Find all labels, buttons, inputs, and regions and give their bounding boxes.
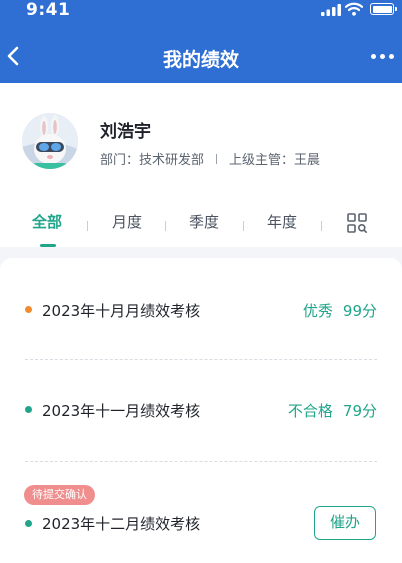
record-row[interactable]: 2023年十月月绩效考核 优秀 99分 bbox=[0, 286, 402, 336]
department-text: 部门：技术研发部 bbox=[100, 153, 205, 168]
row-divider bbox=[25, 359, 377, 360]
status-dot bbox=[25, 306, 32, 313]
tab-divider bbox=[243, 221, 244, 231]
page-title: 我的绩效 bbox=[162, 49, 239, 71]
tab-monthly[interactable]: 月度 bbox=[112, 211, 142, 232]
status-dot bbox=[25, 520, 32, 527]
top-bar: 9:41 我的绩效 bbox=[0, 0, 402, 83]
tab-divider bbox=[87, 221, 88, 231]
record-grade: 不合格 bbox=[287, 402, 333, 420]
bunny-avatar-icon bbox=[22, 113, 78, 169]
record-row[interactable]: 2023年十一月绩效考核 不合格 79分 bbox=[0, 386, 402, 436]
user-name: 刘浩宇 bbox=[100, 122, 151, 142]
battery-icon bbox=[370, 3, 397, 15]
record-title: 2023年十月月绩效考核 bbox=[42, 302, 201, 320]
record-grade: 优秀 bbox=[302, 302, 333, 320]
status-time: 9:41 bbox=[26, 0, 71, 20]
records-card: 2023年十月月绩效考核 优秀 99分 2023年十一月绩效考核 不合格 79分 待… bbox=[0, 258, 402, 563]
tab-divider bbox=[321, 221, 322, 231]
tab-quarterly[interactable]: 季度 bbox=[189, 211, 219, 232]
record-score: 99分 bbox=[342, 302, 377, 320]
record-title: 2023年十二月绩效考核 bbox=[42, 515, 201, 533]
period-tabs: 全部 月度 季度 年度 bbox=[0, 211, 402, 247]
record-result: 不合格 79分 bbox=[288, 400, 377, 421]
supervisor-text: 上级主管：王晨 bbox=[229, 153, 321, 168]
record-title: 2023年十一月绩效考核 bbox=[42, 402, 201, 420]
user-meta: 部门：技术研发部 上级主管：王晨 bbox=[100, 149, 320, 168]
tab-all[interactable]: 全部 bbox=[32, 211, 62, 232]
wifi-icon bbox=[345, 2, 363, 16]
status-dot bbox=[25, 406, 32, 413]
row-divider bbox=[25, 461, 377, 462]
qr-scan-icon[interactable] bbox=[347, 213, 367, 233]
signal-icon bbox=[321, 4, 341, 16]
tab-yearly[interactable]: 年度 bbox=[267, 211, 297, 232]
urge-button[interactable]: 催办 bbox=[314, 506, 376, 540]
record-score: 79分 bbox=[342, 402, 377, 420]
record-result: 优秀 99分 bbox=[303, 300, 377, 321]
more-dots-icon[interactable] bbox=[370, 50, 396, 64]
tab-divider bbox=[165, 221, 166, 231]
status-bar: 9:41 bbox=[0, 0, 402, 22]
profile-section: 刘浩宇 部门：技术研发部 上级主管：王晨 全部 月度 季度 年度 bbox=[0, 83, 402, 258]
avatar[interactable] bbox=[22, 113, 78, 169]
meta-separator bbox=[216, 154, 218, 164]
